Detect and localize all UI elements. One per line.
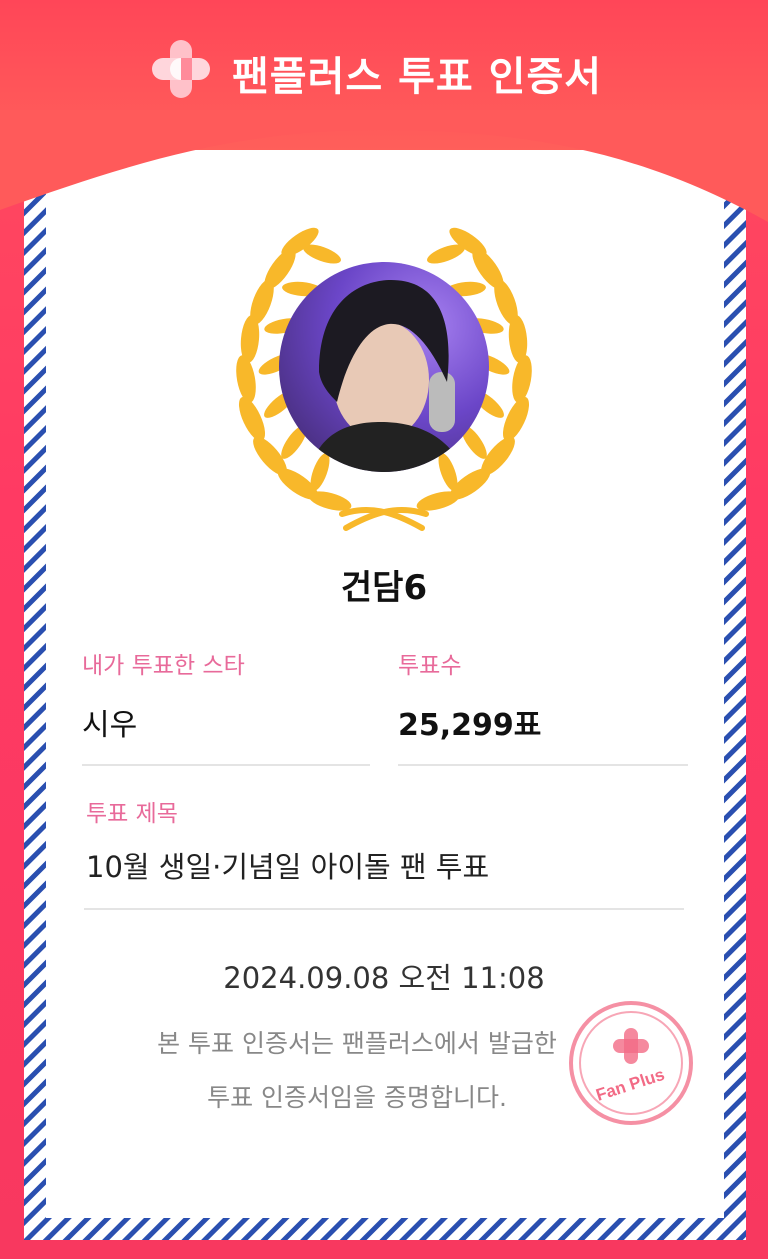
star-value: 시우 <box>82 708 138 743</box>
divider <box>82 764 370 766</box>
page-title: 팬플러스 투표 인증서 <box>232 54 603 100</box>
votes-value: 25,299표 <box>398 708 542 743</box>
vote-title-label: 투표 제목 <box>86 801 178 827</box>
divider <box>398 764 688 766</box>
fanplus-stamp: Fan Plus <box>569 1001 693 1125</box>
group-name: 건담6 <box>340 568 428 608</box>
fanplus-cross-icon <box>152 40 210 98</box>
star-avatar <box>279 262 489 472</box>
avatar-portrait <box>309 280 464 472</box>
issue-datetime: 2024.09.08 오전 11:08 <box>223 961 545 995</box>
votes-label: 투표수 <box>398 653 462 679</box>
stamp-text: Fan Plus <box>594 1065 667 1105</box>
vote-title-value: 10월 생일·기념일 아이돌 팬 투표 <box>86 850 490 884</box>
star-label: 내가 투표한 스타 <box>82 653 245 679</box>
divider <box>84 908 684 910</box>
